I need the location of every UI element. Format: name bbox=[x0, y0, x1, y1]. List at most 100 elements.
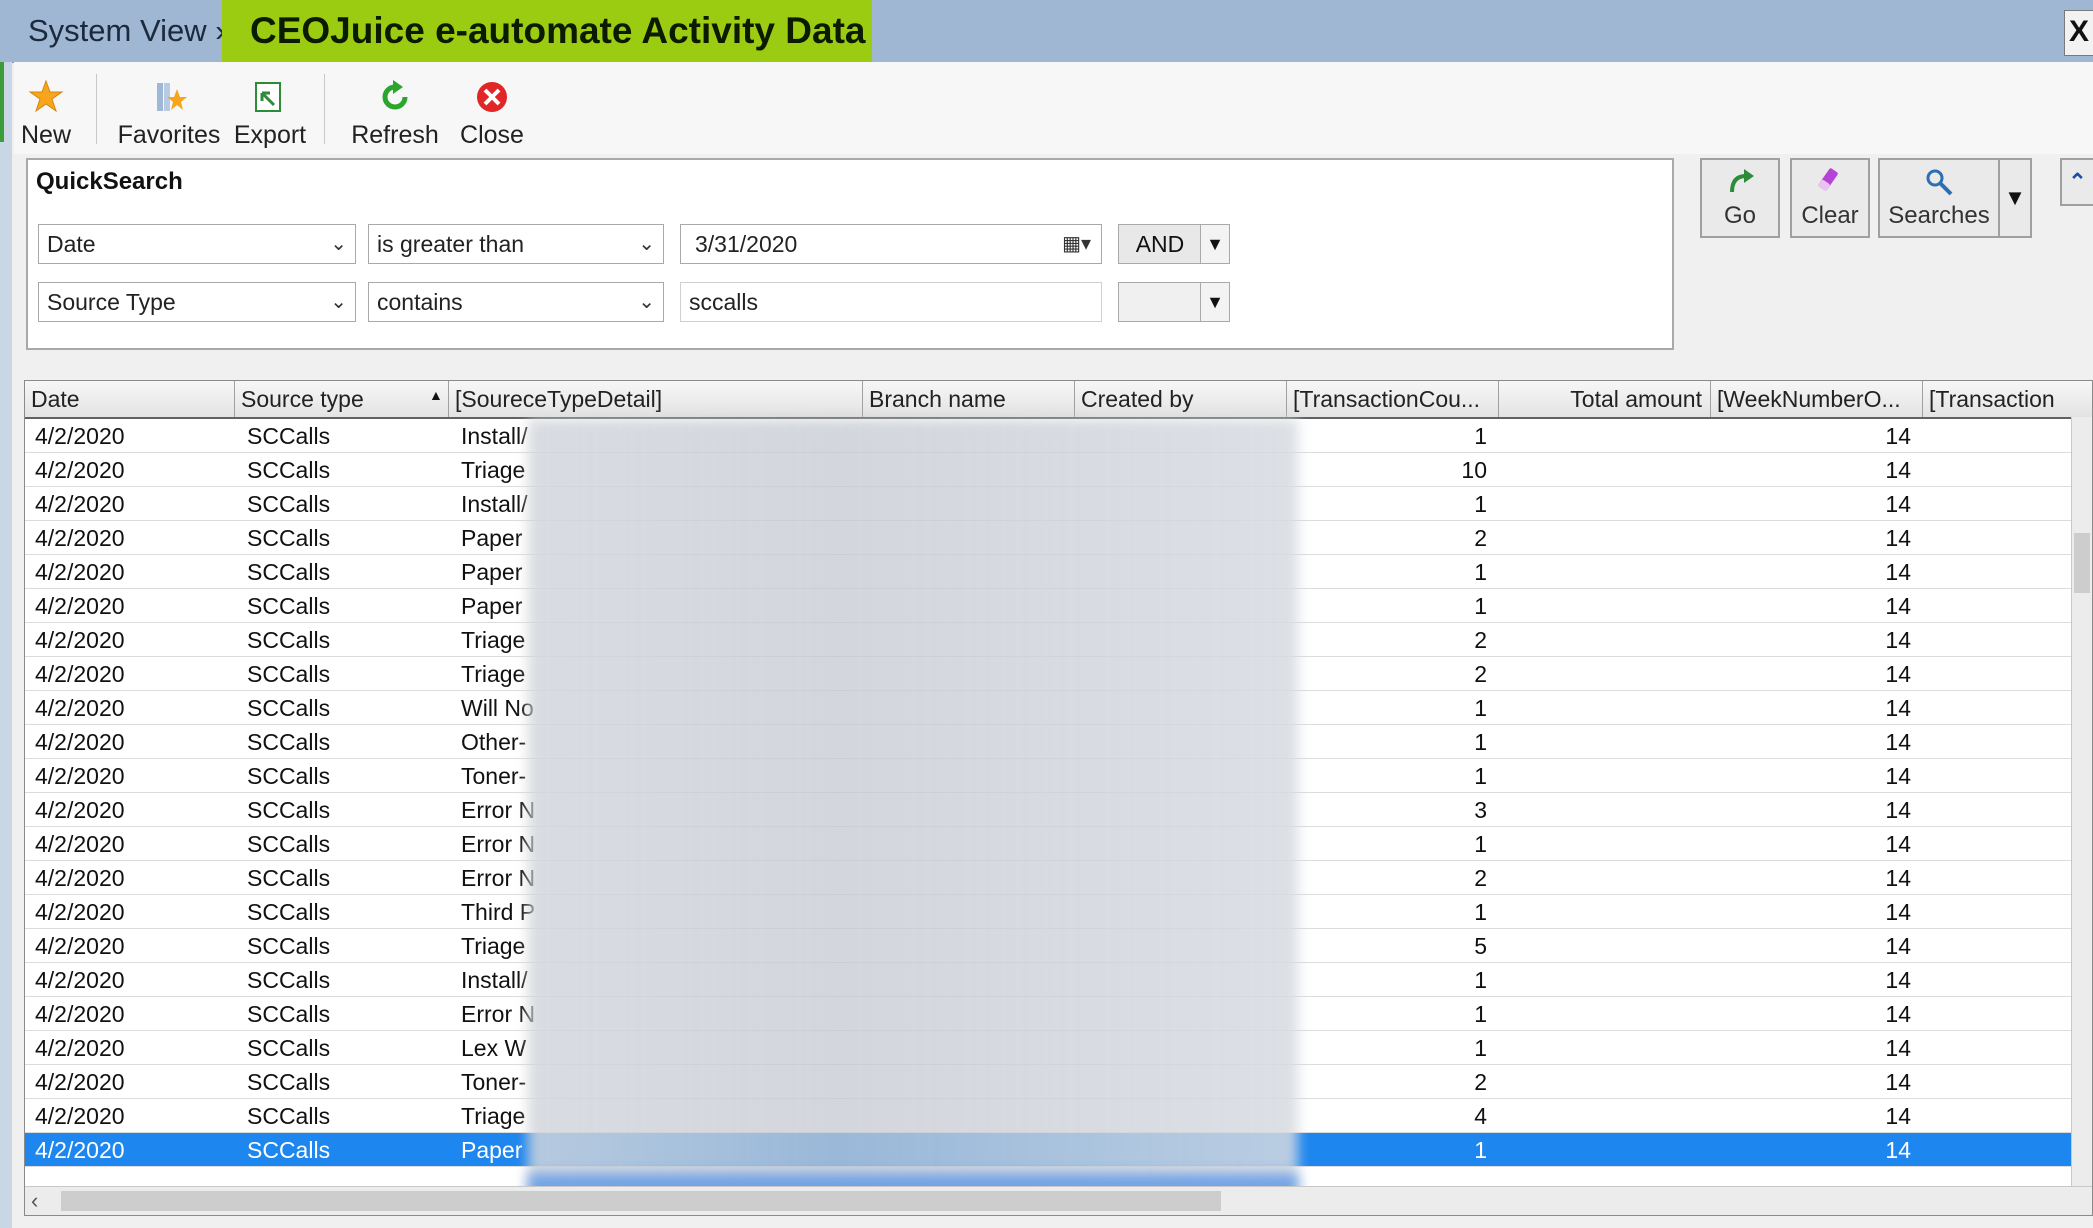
cell-source: SCCalls bbox=[247, 967, 331, 993]
cell-count: 2 bbox=[1474, 525, 1487, 551]
searches-button[interactable]: Searches bbox=[1878, 158, 2000, 238]
cell-source: SCCalls bbox=[247, 797, 331, 823]
window-close-button[interactable]: X bbox=[2064, 10, 2093, 56]
filter1-date-input[interactable]: 3/31/2020 ▦▾ bbox=[680, 224, 1102, 264]
column-header[interactable]: [TransactionCou... bbox=[1287, 381, 1499, 417]
cell-source: SCCalls bbox=[247, 525, 331, 551]
horizontal-scroll-thumb[interactable] bbox=[61, 1191, 1221, 1211]
cell-date: 4/2/2020 bbox=[35, 593, 125, 619]
star-icon bbox=[28, 79, 64, 113]
filter1-operator-select[interactable]: is greater than ⌄ bbox=[368, 224, 664, 264]
column-header[interactable]: [Transaction bbox=[1923, 381, 2092, 417]
column-header[interactable]: Branch name bbox=[863, 381, 1075, 417]
column-header[interactable]: [SoureceTypeDetail] bbox=[449, 381, 863, 417]
quicksearch-title: QuickSearch bbox=[36, 168, 183, 195]
favorites-icon bbox=[157, 83, 187, 111]
close-label: Close bbox=[460, 121, 524, 149]
double-chevron-up-icon: ⌃ bbox=[2068, 169, 2087, 194]
cell-count: 1 bbox=[1474, 593, 1487, 619]
filter1-field-value: Date bbox=[47, 231, 96, 257]
cell-week: 14 bbox=[1885, 1137, 1911, 1163]
filter2-value-input[interactable]: sccalls bbox=[680, 282, 1102, 322]
favorites-label: Favorites bbox=[117, 121, 221, 149]
favorites-button[interactable]: Favorites bbox=[110, 66, 228, 150]
cell-date: 4/2/2020 bbox=[35, 457, 125, 483]
filter2-operator-select[interactable]: contains ⌄ bbox=[368, 282, 664, 322]
cell-date: 4/2/2020 bbox=[35, 763, 125, 789]
cell-week: 14 bbox=[1885, 1001, 1911, 1027]
cell-week: 14 bbox=[1885, 729, 1911, 755]
cell-count: 2 bbox=[1474, 661, 1487, 687]
cell-count: 2 bbox=[1474, 865, 1487, 891]
cell-week: 14 bbox=[1885, 695, 1911, 721]
column-header[interactable]: Source type bbox=[235, 381, 449, 417]
filter1-conjunction-dropdown[interactable]: ▼ bbox=[1200, 224, 1230, 264]
column-header[interactable]: [WeekNumberO... bbox=[1711, 381, 1923, 417]
cell-source: SCCalls bbox=[247, 627, 331, 653]
export-button[interactable]: Export bbox=[232, 66, 308, 150]
searches-dropdown-button[interactable]: ▼ bbox=[1998, 158, 2032, 238]
breadcrumb[interactable]: System View » bbox=[28, 0, 232, 62]
cell-week: 14 bbox=[1885, 423, 1911, 449]
cell-date: 4/2/2020 bbox=[35, 865, 125, 891]
filter2-conjunction[interactable] bbox=[1118, 282, 1202, 322]
data-grid: Date Source type [SoureceTypeDetail] Branch… bbox=[24, 380, 2093, 1216]
cell-date: 4/2/2020 bbox=[35, 661, 125, 687]
cell-source: SCCalls bbox=[247, 1137, 331, 1163]
clear-button[interactable]: Clear bbox=[1790, 158, 1870, 238]
cell-source: SCCalls bbox=[247, 899, 331, 925]
horizontal-scrollbar[interactable]: ‹ bbox=[25, 1186, 2092, 1215]
new-button[interactable]: New bbox=[20, 66, 72, 150]
cell-count: 1 bbox=[1474, 831, 1487, 857]
filter1-conjunction[interactable]: AND bbox=[1118, 224, 1202, 264]
cell-date: 4/2/2020 bbox=[35, 695, 125, 721]
collapse-panel-button[interactable]: ⌃ bbox=[2060, 158, 2093, 206]
cell-date: 4/2/2020 bbox=[35, 729, 125, 755]
cell-week: 14 bbox=[1885, 661, 1911, 687]
filter2-field-value: Source Type bbox=[47, 289, 176, 315]
chevron-down-icon: ⌄ bbox=[330, 233, 347, 255]
go-button[interactable]: Go bbox=[1700, 158, 1780, 238]
cell-source: SCCalls bbox=[247, 457, 331, 483]
refresh-button[interactable]: Refresh bbox=[340, 66, 450, 150]
toolbar: New Favorites Export Refresh Close bbox=[14, 62, 2093, 154]
quicksearch-panel: QuickSearch Date ⌄ is greater than ⌄ 3/3… bbox=[26, 158, 1674, 350]
cell-week: 14 bbox=[1885, 967, 1911, 993]
cell-week: 14 bbox=[1885, 933, 1911, 959]
cell-count: 5 bbox=[1474, 933, 1487, 959]
cell-count: 1 bbox=[1474, 1001, 1487, 1027]
cell-source: SCCalls bbox=[247, 1069, 331, 1095]
calendar-icon[interactable]: ▦▾ bbox=[1062, 225, 1091, 263]
filter1-field-select[interactable]: Date ⌄ bbox=[38, 224, 356, 264]
column-header[interactable]: Created by bbox=[1075, 381, 1287, 417]
cell-count: 10 bbox=[1461, 457, 1487, 483]
cell-date: 4/2/2020 bbox=[35, 559, 125, 585]
cell-source: SCCalls bbox=[247, 1035, 331, 1061]
title-bar: System View » CEOJuice e-automate Activi… bbox=[0, 0, 2093, 63]
vertical-scrollbar[interactable] bbox=[2071, 417, 2092, 1197]
cell-source: SCCalls bbox=[247, 423, 331, 449]
cell-week: 14 bbox=[1885, 1035, 1911, 1061]
scroll-left-icon[interactable]: ‹ bbox=[31, 1187, 38, 1215]
cell-source: SCCalls bbox=[247, 763, 331, 789]
cell-week: 14 bbox=[1885, 1103, 1911, 1129]
cell-source: SCCalls bbox=[247, 1103, 331, 1129]
cell-count: 1 bbox=[1474, 763, 1487, 789]
close-button[interactable]: Close bbox=[454, 66, 530, 150]
column-header[interactable]: Date bbox=[25, 381, 235, 417]
cell-week: 14 bbox=[1885, 865, 1911, 891]
cell-week: 14 bbox=[1885, 763, 1911, 789]
chevron-down-icon: ⌄ bbox=[638, 233, 655, 255]
cell-week: 14 bbox=[1885, 457, 1911, 483]
go-label: Go bbox=[1723, 202, 1756, 229]
filter2-conjunction-dropdown[interactable]: ▼ bbox=[1200, 282, 1230, 322]
cell-count: 4 bbox=[1474, 1103, 1487, 1129]
cell-week: 14 bbox=[1885, 525, 1911, 551]
column-header[interactable]: Total amount bbox=[1499, 381, 1711, 417]
filter2-field-select[interactable]: Source Type ⌄ bbox=[38, 282, 356, 322]
vertical-scroll-thumb[interactable] bbox=[2074, 533, 2090, 593]
refresh-label: Refresh bbox=[351, 121, 439, 149]
chevron-down-icon: ⌄ bbox=[330, 291, 347, 313]
cell-count: 1 bbox=[1474, 695, 1487, 721]
cell-date: 4/2/2020 bbox=[35, 627, 125, 653]
